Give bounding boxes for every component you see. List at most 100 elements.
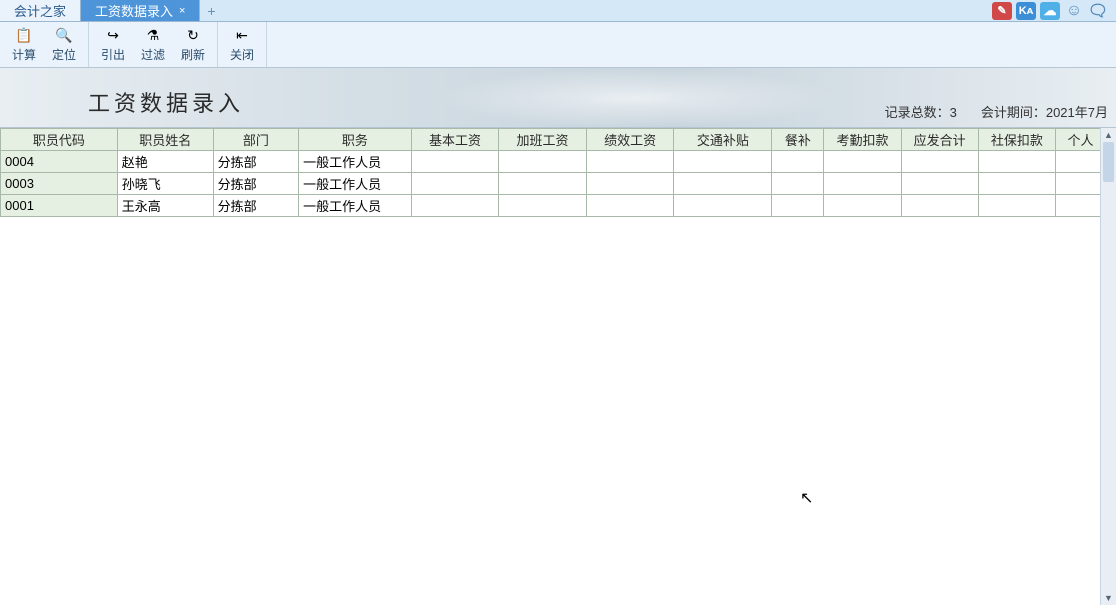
toolbar: 📋 计算 🔍 定位 ↪ 引出 ⚗ 过滤 ↻ 刷新 ⇤ 关闭 xyxy=(0,22,1116,68)
toolbar-group-2: ↪ 引出 ⚗ 过滤 ↻ 刷新 xyxy=(89,22,218,67)
message-icon[interactable]: 🗨 xyxy=(1088,2,1108,20)
table-header[interactable]: 职员姓名 xyxy=(117,129,213,151)
plus-icon: + xyxy=(207,3,215,19)
table-cell[interactable] xyxy=(824,151,901,173)
ka-icon[interactable]: Kᴀ xyxy=(1016,2,1036,20)
refresh-label: 刷新 xyxy=(181,46,205,63)
table-row[interactable]: 0003孙晓飞分拣部一般工作人员 xyxy=(1,173,1106,195)
table-cell[interactable] xyxy=(411,173,499,195)
table-cell[interactable]: 孙晓飞 xyxy=(117,173,213,195)
table-cell[interactable] xyxy=(411,151,499,173)
table-cell[interactable] xyxy=(978,173,1055,195)
calc-label: 计算 xyxy=(12,46,36,63)
scroll-down-icon[interactable]: ▼ xyxy=(1101,591,1116,605)
table-cell[interactable] xyxy=(586,195,674,217)
table-header[interactable]: 加班工资 xyxy=(499,129,587,151)
table-cell[interactable] xyxy=(499,173,587,195)
table-cell[interactable] xyxy=(824,173,901,195)
tab-home[interactable]: 会计之家 xyxy=(0,0,81,21)
locate-button[interactable]: 🔍 定位 xyxy=(44,24,84,65)
table-header[interactable]: 职员代码 xyxy=(1,129,118,151)
table-cell[interactable] xyxy=(824,195,901,217)
table-cell[interactable]: 0003 xyxy=(1,173,118,195)
table-header[interactable]: 应发合计 xyxy=(901,129,978,151)
close-button[interactable]: ⇤ 关闭 xyxy=(222,24,262,65)
table-header[interactable]: 基本工资 xyxy=(411,129,499,151)
table-cell[interactable] xyxy=(499,195,587,217)
table-cell[interactable] xyxy=(772,173,824,195)
table-cell[interactable] xyxy=(978,151,1055,173)
tray-icons: ✎ Kᴀ ☁ ☺ 🗨 xyxy=(992,0,1116,21)
close-icon[interactable]: × xyxy=(179,5,185,17)
table-cell[interactable]: 赵艳 xyxy=(117,151,213,173)
tab-label: 工资数据录入 xyxy=(95,1,173,20)
table-cell[interactable]: 0001 xyxy=(1,195,118,217)
doc-icon[interactable]: ✎ xyxy=(992,2,1012,20)
refresh-button[interactable]: ↻ 刷新 xyxy=(173,24,213,65)
table-row[interactable]: 0004赵艳分拣部一般工作人员 xyxy=(1,151,1106,173)
table-cell[interactable] xyxy=(901,151,978,173)
salary-table[interactable]: 职员代码职员姓名部门职务基本工资加班工资绩效工资交通补贴餐补考勤扣款应发合计社保… xyxy=(0,128,1106,217)
tab-label: 会计之家 xyxy=(14,1,66,20)
scroll-thumb[interactable] xyxy=(1103,142,1114,182)
scroll-up-icon[interactable]: ▲ xyxy=(1101,128,1116,142)
locate-label: 定位 xyxy=(52,46,76,63)
table-header[interactable]: 考勤扣款 xyxy=(824,129,901,151)
tab-salary-entry[interactable]: 工资数据录入 × xyxy=(81,0,200,21)
table-cell[interactable]: 一般工作人员 xyxy=(299,173,412,195)
page-title: 工资数据录入 xyxy=(88,86,244,118)
close-label: 关闭 xyxy=(230,46,254,63)
tab-spacer xyxy=(222,0,992,21)
table-cell[interactable] xyxy=(674,151,772,173)
table-row[interactable]: 0001王永高分拣部一般工作人员 xyxy=(1,195,1106,217)
table-cell[interactable]: 分拣部 xyxy=(213,151,298,173)
table-header[interactable]: 社保扣款 xyxy=(978,129,1055,151)
table-header[interactable]: 交通补贴 xyxy=(674,129,772,151)
table-header[interactable]: 绩效工资 xyxy=(586,129,674,151)
table-header[interactable]: 部门 xyxy=(213,129,298,151)
table-cell[interactable]: 一般工作人员 xyxy=(299,195,412,217)
table-cell[interactable] xyxy=(772,195,824,217)
record-count: 记录总数：3 xyxy=(885,102,957,121)
export-label: 引出 xyxy=(101,46,125,63)
smile-icon[interactable]: ☺ xyxy=(1064,2,1084,20)
title-banner: 工资数据录入 记录总数：3 会计期间：2021年7月 xyxy=(0,68,1116,128)
table-cell[interactable] xyxy=(674,173,772,195)
table-header[interactable]: 个人 xyxy=(1055,129,1105,151)
table-header[interactable]: 餐补 xyxy=(772,129,824,151)
filter-button[interactable]: ⚗ 过滤 xyxy=(133,24,173,65)
refresh-icon: ↻ xyxy=(184,27,202,45)
table-cell[interactable] xyxy=(978,195,1055,217)
table-cell[interactable]: 一般工作人员 xyxy=(299,151,412,173)
filter-label: 过滤 xyxy=(141,46,165,63)
table-area: 职员代码职员姓名部门职务基本工资加班工资绩效工资交通补贴餐补考勤扣款应发合计社保… xyxy=(0,128,1116,217)
table-header-row: 职员代码职员姓名部门职务基本工资加班工资绩效工资交通补贴餐补考勤扣款应发合计社保… xyxy=(1,129,1106,151)
table-cell[interactable] xyxy=(674,195,772,217)
cloud-icon[interactable]: ☁ xyxy=(1040,2,1060,20)
add-tab-button[interactable]: + xyxy=(200,0,222,21)
toolbar-group-3: ⇤ 关闭 xyxy=(218,22,267,67)
banner-info: 记录总数：3 会计期间：2021年7月 xyxy=(885,102,1108,121)
toolbar-group-1: 📋 计算 🔍 定位 xyxy=(0,22,89,67)
table-cell[interactable] xyxy=(901,195,978,217)
table-cell[interactable] xyxy=(499,151,587,173)
table-cell[interactable]: 分拣部 xyxy=(213,195,298,217)
vertical-scrollbar[interactable]: ▲ ▼ xyxy=(1100,128,1116,605)
table-cell[interactable] xyxy=(586,173,674,195)
table-cell[interactable] xyxy=(1055,195,1105,217)
close-door-icon: ⇤ xyxy=(233,27,251,45)
table-cell[interactable] xyxy=(1055,151,1105,173)
table-cell[interactable]: 王永高 xyxy=(117,195,213,217)
table-cell[interactable]: 0004 xyxy=(1,151,118,173)
table-cell[interactable] xyxy=(411,195,499,217)
table-cell[interactable] xyxy=(772,151,824,173)
table-header[interactable]: 职务 xyxy=(299,129,412,151)
calc-button[interactable]: 📋 计算 xyxy=(4,24,44,65)
table-cell[interactable]: 分拣部 xyxy=(213,173,298,195)
filter-icon: ⚗ xyxy=(144,27,162,45)
table-cell[interactable] xyxy=(901,173,978,195)
tab-bar: 会计之家 工资数据录入 × + ✎ Kᴀ ☁ ☺ 🗨 xyxy=(0,0,1116,22)
export-button[interactable]: ↪ 引出 xyxy=(93,24,133,65)
table-cell[interactable] xyxy=(1055,173,1105,195)
table-cell[interactable] xyxy=(586,151,674,173)
